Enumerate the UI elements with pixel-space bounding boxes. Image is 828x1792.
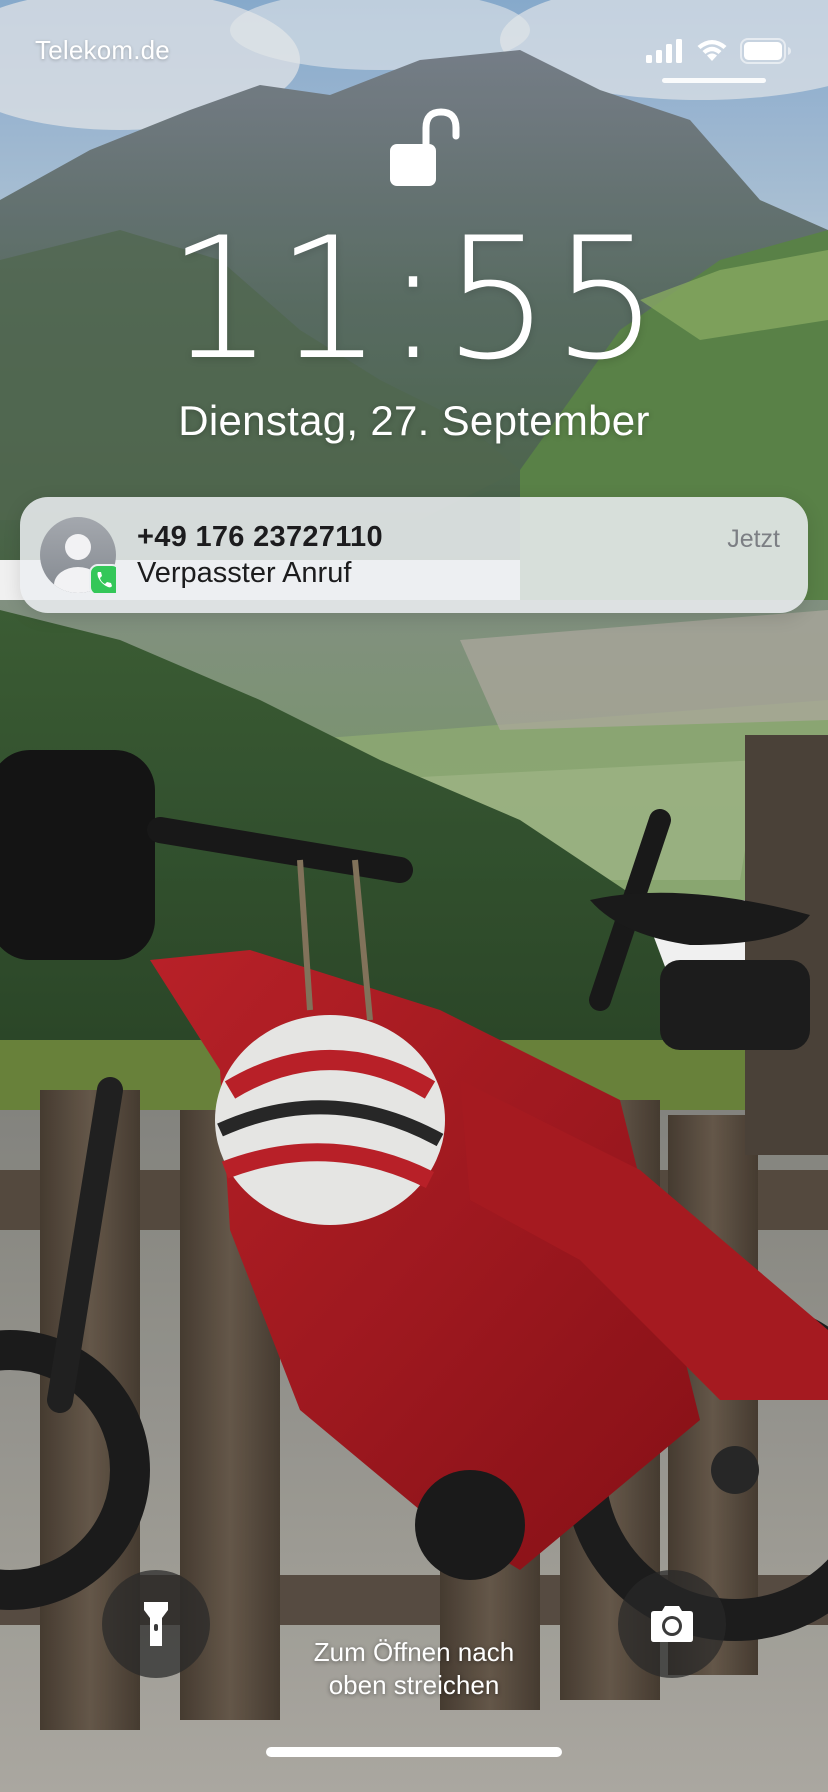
flashlight-button[interactable]	[102, 1570, 210, 1678]
wifi-icon	[697, 40, 727, 61]
lock-screen-time: 11:55	[166, 201, 662, 397]
status-icons	[646, 36, 792, 66]
battery-icon	[740, 38, 791, 64]
lock-screen: Telekom.de 11:55 Dienstag, 27. September…	[0, 0, 828, 1792]
camera-button[interactable]	[618, 1570, 726, 1678]
cellular-signal-icon	[646, 39, 682, 63]
lock-screen-date: Dienstag, 27. September	[178, 397, 650, 444]
missed-call-notification[interactable]: +49 176 23727110 Verpasster Anruf Jetzt	[20, 497, 808, 613]
camera-icon	[651, 1606, 693, 1642]
status-bar: Telekom.de	[0, 0, 828, 100]
swipe-hint-line-2: oben streichen	[328, 1670, 500, 1700]
notification-body: Verpasster Anruf	[137, 557, 352, 589]
unlocked-padlock-icon	[390, 108, 460, 186]
swipe-hint-line-1: Zum Öffnen nach	[313, 1637, 515, 1667]
contact-avatar-icon	[40, 517, 116, 593]
notification-title: +49 176 23727110	[137, 521, 383, 553]
home-indicator[interactable]	[266, 1747, 562, 1757]
notification-time: Jetzt	[727, 525, 780, 553]
swipe-to-open-hint: Zum Öffnen nach oben streichen	[214, 1636, 614, 1702]
phone-icon	[89, 564, 116, 593]
flashlight-icon	[144, 1602, 168, 1646]
carrier-name: Telekom.de	[35, 35, 170, 65]
control-center-indicator[interactable]	[662, 78, 766, 83]
